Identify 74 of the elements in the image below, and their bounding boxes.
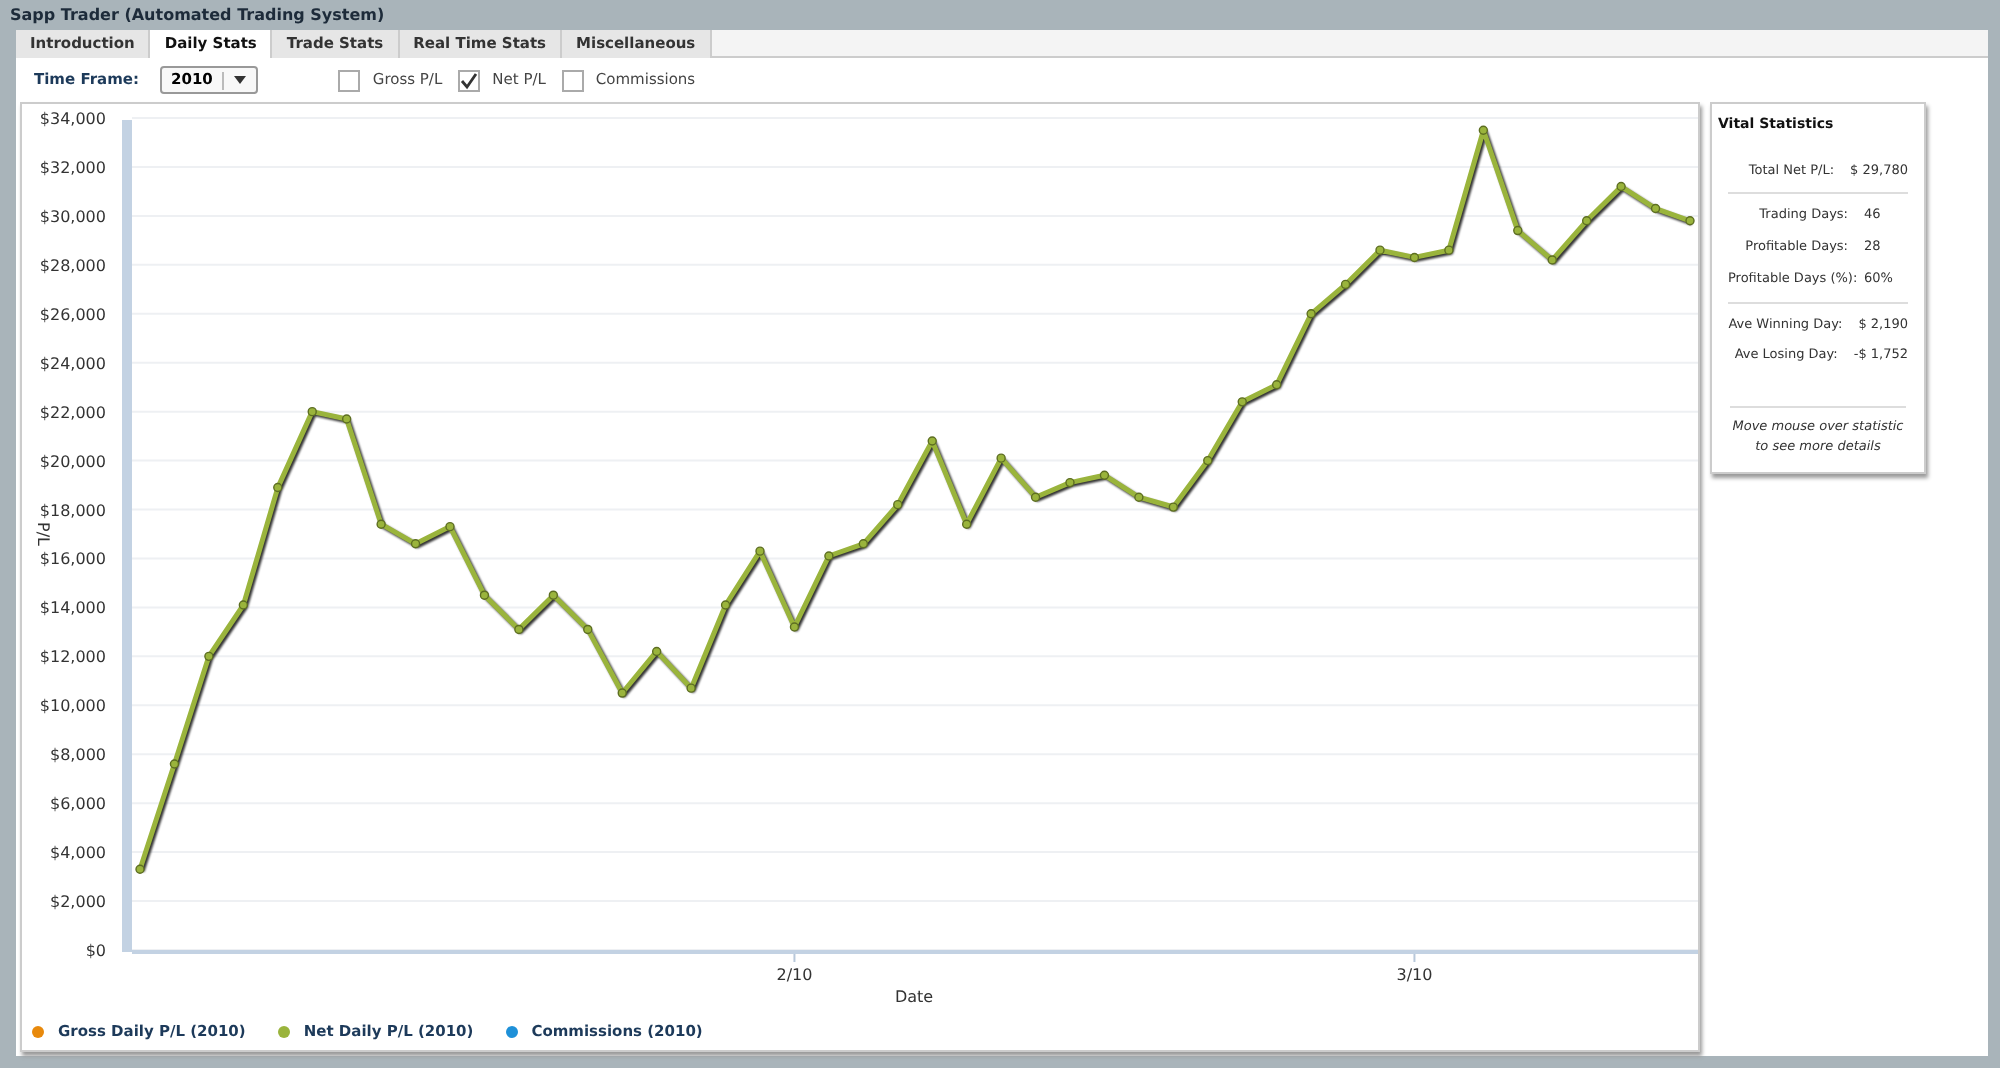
y-tick-label: $0 (85, 942, 106, 960)
data-point[interactable] (1203, 455, 1213, 466)
data-point[interactable] (410, 539, 421, 549)
y-tick-label: $32,000 (39, 158, 106, 177)
data-point[interactable] (651, 646, 662, 657)
data-point[interactable] (824, 551, 834, 561)
data-point[interactable] (686, 683, 696, 693)
y-tick-label: $26,000 (39, 305, 106, 324)
data-point[interactable] (1650, 203, 1661, 214)
data-point[interactable] (893, 499, 903, 510)
data-point[interactable] (204, 651, 214, 662)
data-point[interactable] (1271, 380, 1282, 390)
data-point[interactable] (1547, 255, 1557, 265)
data-point[interactable] (858, 539, 869, 549)
caret-icon (234, 76, 247, 84)
data-point[interactable] (169, 759, 180, 769)
data-point[interactable] (273, 482, 283, 493)
data-point[interactable] (479, 590, 490, 600)
checkmark-icon (460, 71, 479, 89)
data-point[interactable] (755, 546, 765, 556)
data-point[interactable] (341, 414, 352, 424)
data-point[interactable] (617, 688, 627, 698)
checkbox[interactable] (338, 69, 361, 91)
data-point[interactable] (1685, 216, 1695, 226)
data-point[interactable] (135, 864, 145, 874)
x-axis-title: Date (894, 988, 934, 1006)
checkbox[interactable] (458, 69, 481, 91)
x-tick-label: 2/10 (776, 966, 813, 984)
data-point[interactable] (548, 590, 559, 600)
data-point[interactable] (583, 624, 593, 635)
data-point[interactable] (1340, 279, 1351, 290)
data-point[interactable] (1237, 397, 1247, 407)
data-point[interactable] (1134, 492, 1144, 502)
y-tick-label: $2,000 (50, 893, 106, 912)
data-point[interactable] (789, 622, 800, 632)
data-point[interactable] (1409, 252, 1420, 263)
data-point[interactable] (996, 453, 1006, 463)
data-point[interactable] (1513, 225, 1523, 236)
y-tick-label: $6,000 (50, 795, 106, 814)
data-point[interactable] (445, 521, 455, 532)
y-tick-label: $8,000 (50, 746, 106, 765)
y-tick-label: $24,000 (39, 354, 106, 373)
y-tick-label: $4,000 (50, 844, 106, 863)
data-point[interactable] (1616, 181, 1626, 192)
data-point[interactable] (238, 600, 249, 610)
data-point[interactable] (1444, 245, 1454, 255)
data-point[interactable] (1168, 502, 1179, 512)
y-tick-label: $30,000 (39, 207, 106, 226)
data-point[interactable] (1030, 492, 1041, 502)
y-tick-label: $22,000 (39, 403, 106, 422)
data-point[interactable] (514, 624, 524, 635)
data-point[interactable] (1478, 125, 1489, 135)
y-tick-label: $28,000 (39, 256, 106, 275)
data-point[interactable] (1306, 309, 1316, 319)
y-tick-label: $34,000 (39, 110, 106, 128)
data-point[interactable] (376, 519, 386, 529)
y-tick-label: $10,000 (39, 697, 106, 716)
y-axis-title: P/L (34, 522, 52, 546)
data-point[interactable] (307, 406, 317, 417)
checkbox[interactable] (561, 69, 584, 91)
data-point[interactable] (927, 436, 937, 446)
data-point[interactable] (720, 600, 731, 610)
window-title: Sapp Trader (Automated Trading System) (8, 4, 387, 28)
x-tick-label: 3/10 (1396, 966, 1433, 984)
data-point[interactable] (961, 519, 972, 529)
data-point[interactable] (1065, 477, 1075, 488)
y-tick-label: $16,000 (39, 550, 106, 569)
y-tick-label: $20,000 (39, 452, 106, 471)
data-point[interactable] (1375, 245, 1385, 255)
y-tick-label: $14,000 (39, 599, 106, 618)
y-tick-label: $12,000 (39, 648, 106, 667)
data-point[interactable] (1581, 216, 1592, 226)
y-tick-label: $18,000 (39, 501, 106, 520)
data-point[interactable] (1099, 470, 1110, 480)
